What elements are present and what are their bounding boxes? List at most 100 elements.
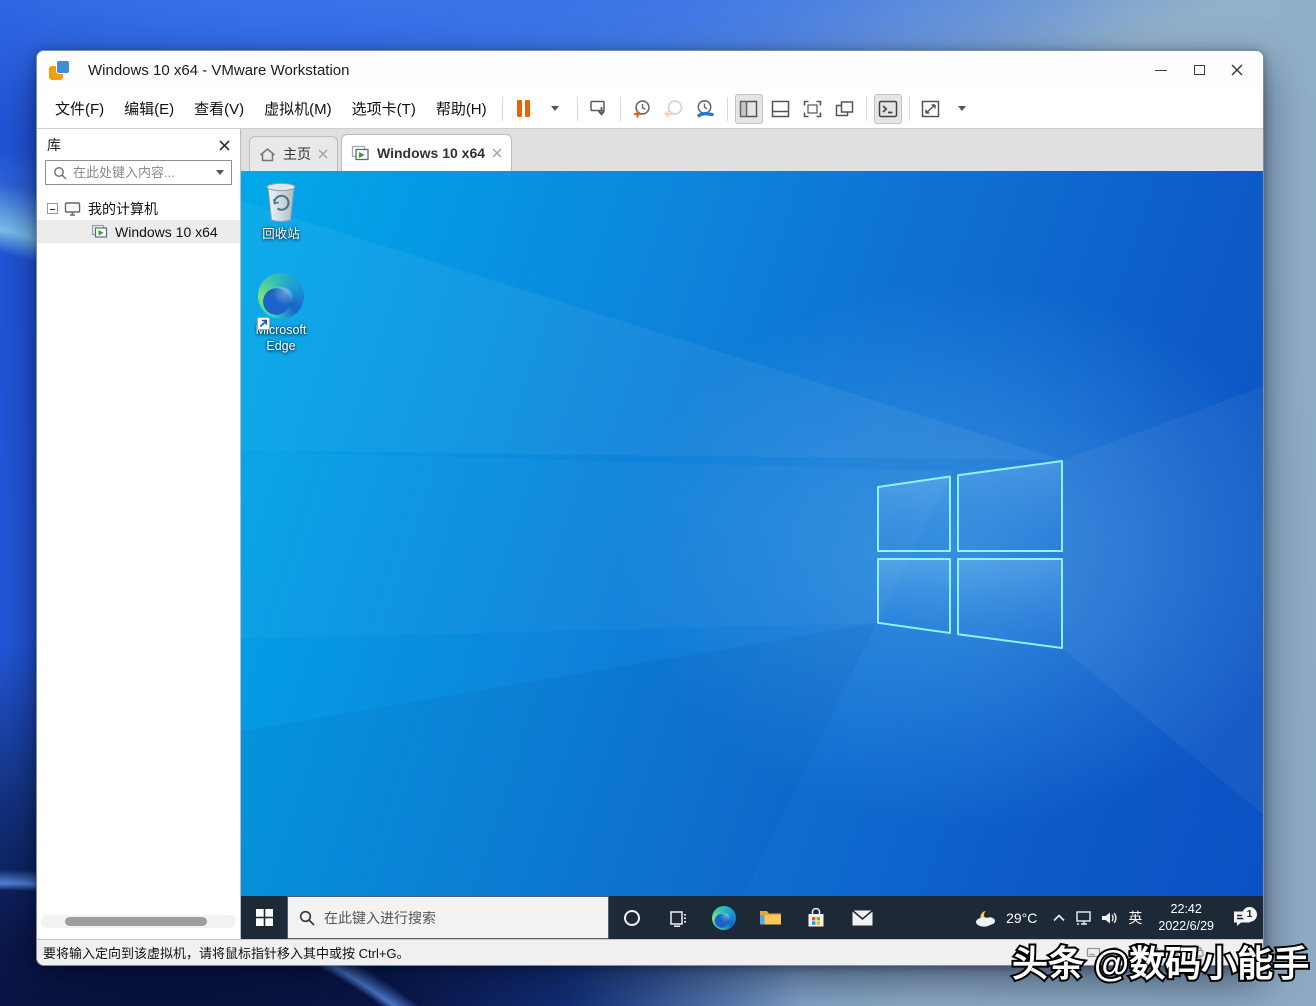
scrollbar-thumb[interactable]: [65, 917, 207, 926]
snapshot-manage-icon: [694, 98, 717, 120]
close-button[interactable]: [1221, 57, 1253, 83]
tab-bar: 主页 Windows 10 x64: [241, 129, 1263, 171]
tree-item-label: 我的计算机: [88, 199, 158, 219]
vmware-logo-icon: [49, 60, 70, 80]
temperature-label: 29°C: [1006, 910, 1037, 926]
minimize-icon: [1155, 70, 1167, 71]
search-icon: [53, 166, 67, 180]
guest-taskbar: 29°C 英 22:42 2022/6/29: [241, 896, 1263, 939]
send-ctrl-alt-del-button[interactable]: [585, 94, 613, 124]
chevron-up-icon: [1053, 914, 1065, 922]
library-panel-icon: [738, 99, 759, 119]
edge-icon: [258, 273, 304, 319]
library-close-button[interactable]: [219, 140, 230, 151]
network-tray-button[interactable]: [1071, 910, 1096, 926]
search-icon: [299, 910, 315, 926]
pause-vm-button[interactable]: [510, 94, 538, 124]
tab-close-icon[interactable]: [492, 148, 502, 158]
sidebar-horizontal-scrollbar[interactable]: [41, 915, 236, 928]
tab-close-icon[interactable]: [318, 149, 328, 159]
maximize-button[interactable]: [1183, 57, 1215, 83]
shortcut-arrow-icon: [257, 317, 270, 330]
menu-file[interactable]: 文件(F): [45, 93, 114, 124]
tray-expand-button[interactable]: [1046, 914, 1071, 922]
manage-snapshots-button[interactable]: [692, 94, 720, 124]
task-view-button[interactable]: [655, 896, 701, 939]
toolbar-separator: [620, 97, 621, 121]
status-message: 要将输入定向到该虚拟机，请将鼠标指针移入其中或按 Ctrl+G。: [43, 943, 410, 962]
show-thumbnail-bar-button[interactable]: [767, 94, 795, 124]
tree-item-windows10-vm[interactable]: Windows 10 x64: [37, 220, 240, 243]
revert-snapshot-button[interactable]: [660, 94, 688, 124]
toolbar-separator: [577, 97, 578, 121]
mail-icon: [852, 910, 873, 926]
unity-mode-button[interactable]: [831, 94, 859, 124]
menu-vm[interactable]: 虚拟机(M): [254, 93, 342, 124]
show-library-button[interactable]: [735, 94, 763, 124]
volume-icon: [1100, 910, 1118, 926]
tab-home[interactable]: 主页: [249, 136, 338, 171]
close-icon: [219, 140, 230, 151]
toolbar-separator: [727, 97, 728, 121]
window-titlebar: Windows 10 x64 - VMware Workstation: [37, 51, 1263, 89]
toolbar-separator: [502, 97, 503, 121]
menu-help[interactable]: 帮助(H): [426, 93, 497, 124]
cortana-icon: [624, 910, 640, 926]
library-search-input[interactable]: [73, 165, 210, 180]
menu-tabs[interactable]: 选项卡(T): [342, 93, 426, 124]
clock-time: 22:42: [1158, 901, 1214, 917]
task-view-icon: [669, 909, 688, 927]
menu-edit[interactable]: 编辑(E): [114, 93, 184, 124]
unity-mode-icon: [834, 99, 855, 119]
pause-icon: [517, 100, 530, 117]
chevron-down-icon: [551, 106, 559, 111]
open-console-button[interactable]: [874, 94, 902, 124]
vm-running-icon: [91, 224, 109, 240]
taskbar-search-box[interactable]: [287, 896, 609, 939]
desktop-icon-edge[interactable]: MicrosoftEdge: [243, 273, 319, 354]
tray-clock[interactable]: 22:42 2022/6/29: [1149, 901, 1223, 934]
action-center-button[interactable]: 1: [1223, 909, 1261, 927]
watermark: 头条 @数码小能手: [1010, 936, 1314, 990]
free-stretch-dropdown[interactable]: [949, 94, 977, 124]
volume-tray-button[interactable]: [1096, 910, 1121, 926]
vm-running-icon: [351, 145, 370, 162]
cortana-button[interactable]: [609, 896, 655, 939]
file-explorer-button[interactable]: [747, 896, 793, 939]
enter-fullscreen-button[interactable]: [799, 94, 827, 124]
home-icon: [259, 147, 276, 162]
edge-taskbar-button[interactable]: [701, 896, 747, 939]
clock-date: 2022/6/29: [1158, 918, 1214, 934]
desktop-icon-label: 回收站: [262, 227, 300, 243]
edge-icon: [712, 906, 736, 930]
minimize-button[interactable]: [1145, 57, 1177, 83]
start-button[interactable]: [241, 896, 287, 939]
mail-button[interactable]: [839, 896, 885, 939]
pause-vm-dropdown[interactable]: [542, 94, 570, 124]
night-cloudy-icon: [973, 908, 999, 928]
recycle-bin-icon: [261, 179, 301, 223]
library-title: 库: [47, 135, 61, 155]
computer-icon: [64, 201, 82, 217]
system-tray: 29°C 英 22:42 2022/6/29: [964, 896, 1263, 939]
microsoft-store-button[interactable]: [793, 896, 839, 939]
library-search-box[interactable]: [45, 160, 232, 185]
vm-display[interactable]: 回收站 MicrosoftEdge: [241, 171, 1263, 939]
free-stretch-button[interactable]: [917, 94, 945, 124]
toolbar-separator: [866, 97, 867, 121]
tree-collapse-icon[interactable]: [47, 203, 58, 214]
notification-badge: 1: [1242, 907, 1257, 922]
thumbnail-bar-icon: [770, 99, 791, 119]
desktop-icon-recycle-bin[interactable]: 回收站: [243, 179, 319, 243]
tab-windows10-vm[interactable]: Windows 10 x64: [341, 134, 512, 171]
weather-widget[interactable]: 29°C: [964, 908, 1046, 928]
window-title: Windows 10 x64 - VMware Workstation: [88, 62, 349, 79]
take-snapshot-button[interactable]: [628, 94, 656, 124]
tree-item-my-computer[interactable]: 我的计算机: [37, 197, 240, 220]
watermark-text: 头条 @数码小能手: [1012, 943, 1309, 984]
menu-view[interactable]: 查看(V): [184, 93, 254, 124]
wallpaper-light-beams: [241, 171, 1263, 939]
taskbar-search-input[interactable]: [324, 910, 597, 926]
ime-indicator[interactable]: 英: [1121, 908, 1149, 928]
chevron-down-icon: [216, 170, 224, 175]
